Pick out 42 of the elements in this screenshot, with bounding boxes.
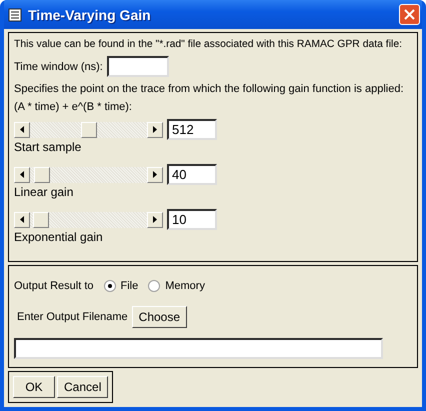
right-arrow-icon [153, 216, 157, 223]
left-arrow-icon [20, 171, 24, 178]
choose-button[interactable]: Choose [132, 306, 188, 328]
description-text: Specifies the point on the trace from which the following gain function is applied: [14, 83, 405, 95]
right-arrow-icon [153, 126, 157, 133]
left-arrow-icon [20, 216, 24, 223]
radio-option[interactable]: File [104, 280, 138, 292]
slider-track[interactable] [14, 212, 163, 228]
scroll-left-button[interactable] [14, 166, 30, 182]
scroll-left-button[interactable] [14, 122, 30, 138]
scroll-left-button[interactable] [14, 212, 30, 228]
slider-label: Linear gain [14, 185, 74, 199]
slider-thumb[interactable] [34, 166, 50, 182]
filename-field[interactable] [14, 338, 383, 359]
slider-value-field[interactable]: 10 [167, 209, 217, 230]
right-arrow-icon [153, 171, 157, 178]
slider-label: Start sample [14, 140, 82, 154]
window-title: Time-Varying Gain [28, 6, 152, 22]
slider-thumb[interactable] [32, 212, 49, 228]
formula-text: (A * time) + e^(B * time): [14, 101, 133, 113]
scroll-right-button[interactable] [147, 166, 163, 182]
slider-value-field[interactable]: 40 [167, 164, 217, 185]
left-arrow-icon [20, 126, 24, 133]
slider-label: Exponential gain [14, 230, 104, 244]
radio-dot-icon [108, 284, 112, 288]
time-window-label: Time window (ns): [14, 60, 103, 72]
slider-thumb[interactable] [80, 122, 96, 138]
info-text: This value can be found in the "*.rad" file associated with this RAMAC GPR data file: [14, 39, 402, 50]
slider-track[interactable] [14, 122, 163, 138]
filename-label: Enter Output Filename [17, 311, 128, 323]
scroll-right-button[interactable] [147, 122, 163, 138]
slider-value-field[interactable]: 512 [167, 119, 217, 140]
close-icon [404, 9, 415, 20]
close-button[interactable] [399, 4, 420, 25]
scroll-right-button[interactable] [147, 212, 163, 228]
window-icon [8, 8, 22, 22]
time-window-field[interactable] [106, 56, 169, 77]
slider-track[interactable] [14, 166, 163, 182]
cancel-button[interactable]: Cancel [57, 376, 108, 398]
output-label: Output Result to [14, 280, 94, 292]
radio-option[interactable]: Memory [148, 280, 205, 292]
ok-button[interactable]: OK [13, 376, 55, 398]
